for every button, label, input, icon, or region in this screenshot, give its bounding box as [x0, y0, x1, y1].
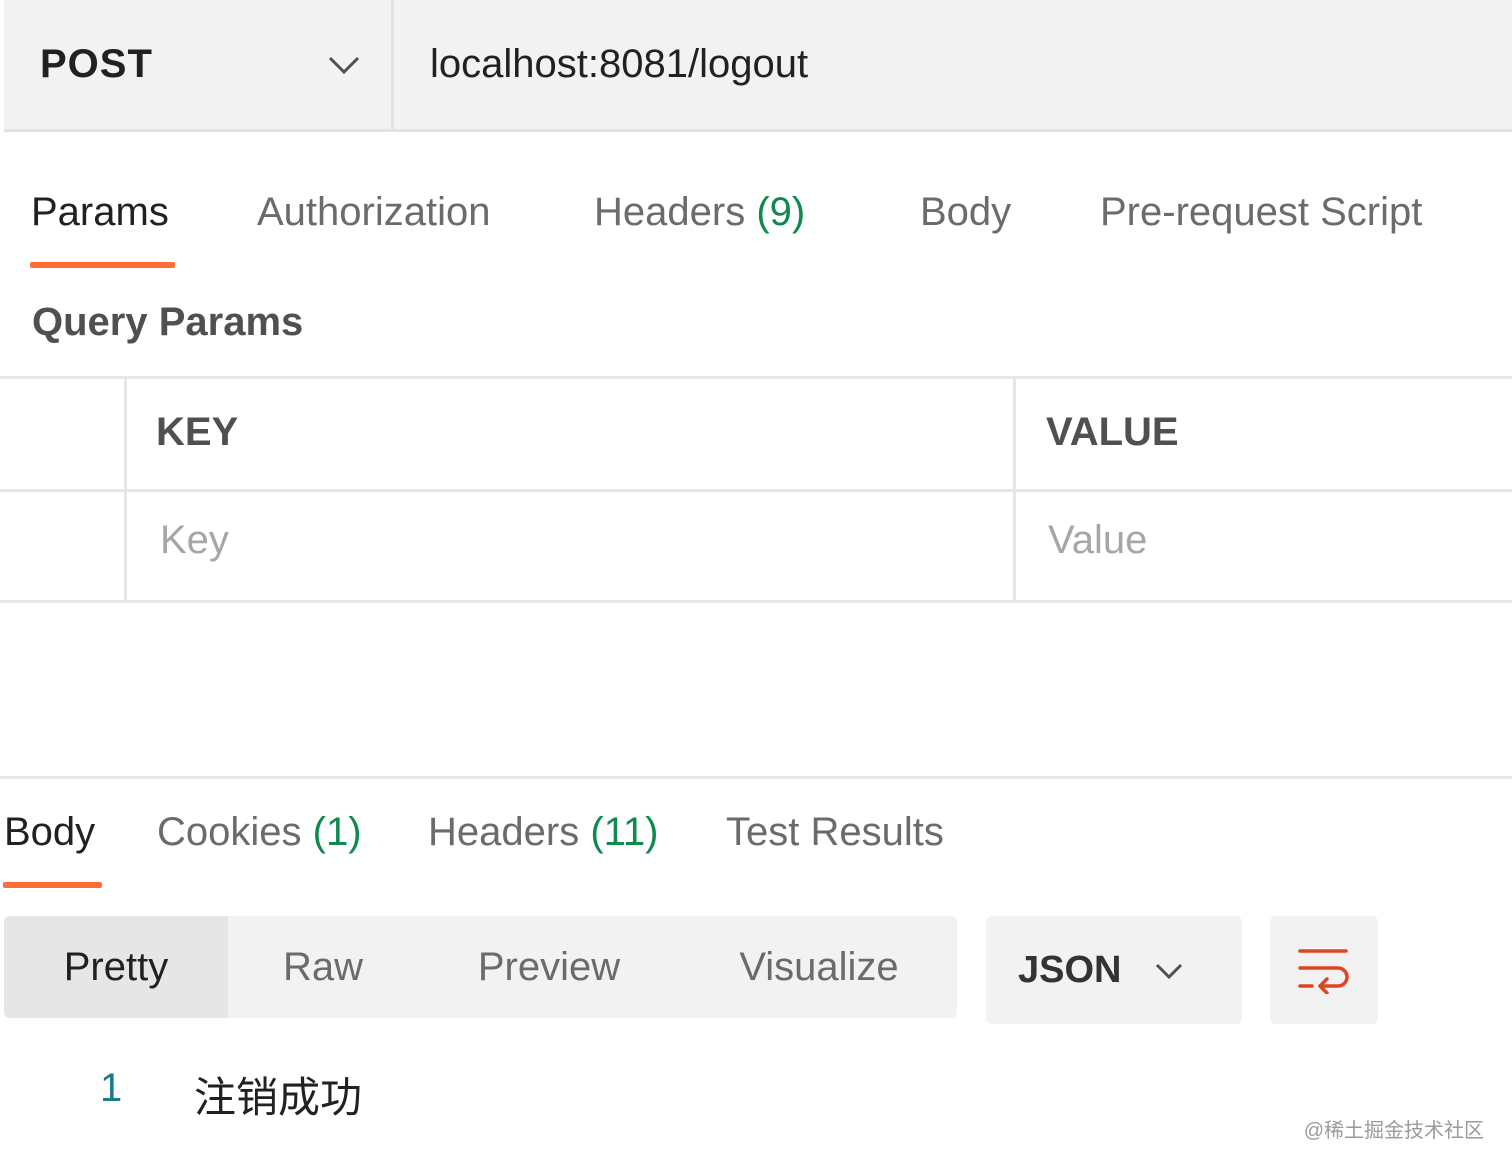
tab-body[interactable]: Body: [920, 190, 1011, 235]
view-mode-preview[interactable]: Preview: [442, 916, 656, 1018]
table-bottom-border: [0, 600, 1512, 603]
headers-count: (9): [756, 190, 806, 234]
table-column-divider: [1013, 378, 1016, 602]
table-column-divider: [124, 378, 127, 602]
column-header-key: KEY: [156, 410, 239, 454]
response-body-line: 注销成功: [194, 1073, 363, 1122]
table-header-border: [0, 489, 1512, 492]
watermark: @稀土掘金技术社区: [1303, 1120, 1484, 1142]
tab-authorization[interactable]: Authorization: [257, 190, 490, 235]
active-response-tab-indicator: [3, 882, 102, 888]
tab-response-headers[interactable]: Headers (11): [428, 810, 659, 855]
chevron-down-icon: [328, 56, 360, 75]
query-params-title: Query Params: [32, 300, 304, 344]
method-label: POST: [40, 42, 153, 86]
request-url-bar: POST localhost:8081/logout: [4, 0, 1512, 132]
view-mode-raw[interactable]: Raw: [228, 916, 418, 1018]
view-mode-switcher: Pretty Raw Preview Visualize: [4, 916, 957, 1018]
wrap-lines-icon: [1298, 949, 1349, 994]
chevron-down-icon: [1155, 963, 1183, 980]
format-dropdown[interactable]: JSON: [986, 916, 1242, 1024]
tab-response-body[interactable]: Body: [4, 810, 95, 855]
line-number: 1: [100, 1066, 123, 1110]
method-dropdown[interactable]: POST: [4, 0, 394, 129]
wrap-lines-button[interactable]: [1270, 916, 1378, 1024]
tab-headers[interactable]: Headers (9): [594, 190, 805, 235]
response-headers-count: (11): [590, 810, 659, 854]
view-mode-visualize[interactable]: Visualize: [704, 916, 934, 1018]
tab-test-results[interactable]: Test Results: [726, 810, 944, 855]
view-mode-pretty[interactable]: Pretty: [4, 916, 228, 1018]
tab-params[interactable]: Params: [31, 190, 169, 235]
active-tab-indicator: [30, 262, 175, 268]
cookies-count: (1): [312, 810, 362, 854]
response-divider: [0, 776, 1512, 779]
tab-cookies[interactable]: Cookies (1): [157, 810, 362, 855]
param-key-input[interactable]: Key: [160, 518, 229, 563]
tab-pre-request-script[interactable]: Pre-request Script: [1100, 190, 1422, 235]
param-value-input[interactable]: Value: [1048, 518, 1147, 563]
format-label: JSON: [1018, 948, 1122, 991]
table-top-border: [0, 376, 1512, 379]
column-header-value: VALUE: [1046, 410, 1179, 454]
url-input[interactable]: localhost:8081/logout: [394, 0, 1512, 129]
